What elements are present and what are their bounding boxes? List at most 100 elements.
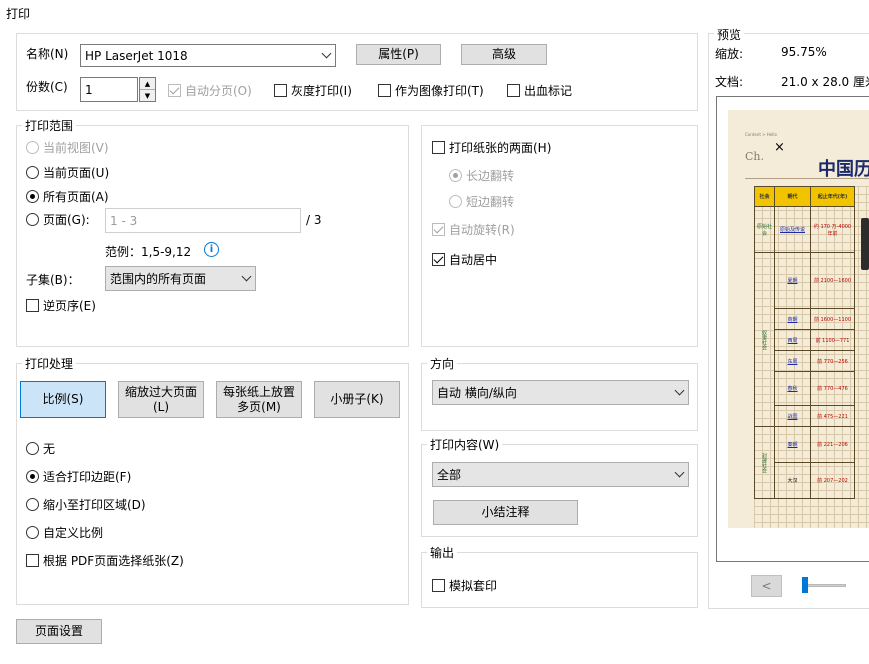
collate-checkbox[interactable]: 自动分页(O): [168, 82, 252, 99]
chevron-down-icon: [321, 48, 332, 58]
preview-cell: 夏朝: [774, 252, 811, 309]
reverse-pages-checkbox[interactable]: 逆页序(E): [26, 297, 96, 314]
pages-radio[interactable]: 页面(G):: [26, 211, 90, 228]
preview-th: 朝代: [774, 186, 811, 207]
multiple-pages-button[interactable]: 每张纸上放置多页(M): [216, 381, 302, 418]
print-handling-title: 打印处理: [22, 355, 77, 372]
title-bar: 打印: [0, 0, 869, 26]
preview-cell: 战国: [774, 405, 811, 427]
checkbox-icon: [507, 84, 520, 97]
checkbox-icon: [432, 223, 445, 236]
preview-image: [861, 218, 869, 270]
simulate-overprint-checkbox[interactable]: 模拟套印: [432, 577, 497, 594]
pages-input-placeholder: 1 - 3: [110, 213, 138, 228]
fit-margins-radio[interactable]: 适合打印边距(F): [26, 468, 131, 485]
pages-input[interactable]: 1 - 3: [105, 208, 301, 233]
zoom-label: 缩放:: [715, 47, 744, 61]
radio-icon: [26, 141, 39, 154]
chevron-down-icon: [241, 271, 252, 281]
orientation-title: 方向: [427, 355, 458, 372]
print-content-title: 打印内容(W): [427, 436, 503, 453]
preview-rule: [745, 178, 869, 179]
preview-th: 起止年代(年): [810, 186, 855, 207]
booklet-button[interactable]: 小册子(K): [314, 381, 400, 418]
preview-cell: 前 2100—1600: [810, 252, 855, 309]
preview-page: Content > Hello × Ch. 中国历 社会 朝代 起止年代(年) …: [728, 110, 869, 528]
summarize-comments-button[interactable]: 小结注释: [433, 500, 578, 525]
subset-label: 子集(B)：: [26, 273, 80, 287]
preview-prev-button[interactable]: <: [751, 575, 782, 597]
scale-none-radio[interactable]: 无: [26, 440, 55, 457]
copies-label: 份数(C): [26, 80, 68, 94]
subset-select[interactable]: 范围内的所有页面: [105, 266, 256, 291]
preview-title: 预览: [714, 26, 745, 43]
stepper-down-icon[interactable]: ▼: [140, 90, 155, 101]
range-example: 范例：1,5-9,12: [105, 245, 192, 259]
zoom-value: 95.75%: [781, 45, 827, 59]
stepper-up-icon[interactable]: ▲: [140, 78, 155, 90]
poster-button[interactable]: 缩放过大页面(L): [118, 381, 204, 418]
printer-select[interactable]: HP LaserJet 1018: [80, 44, 336, 67]
scale-button[interactable]: 比例(S): [20, 381, 106, 418]
long-edge-radio[interactable]: 长边翻转: [449, 167, 514, 184]
auto-rotate-checkbox[interactable]: 自动旋转(R): [432, 221, 515, 238]
preview-era: 封建社会: [754, 426, 775, 499]
preview-page-slider-thumb[interactable]: [802, 577, 808, 593]
print-content-select[interactable]: 全部: [432, 462, 689, 487]
info-icon[interactable]: i: [204, 242, 219, 257]
properties-button[interactable]: 属性(P): [356, 44, 441, 65]
custom-scale-radio[interactable]: 自定义比例: [26, 524, 103, 541]
radio-icon: [449, 169, 462, 182]
all-pages-radio[interactable]: 所有页面(A): [26, 188, 109, 205]
chevron-down-icon: [674, 467, 685, 477]
auto-center-checkbox[interactable]: 自动居中: [432, 251, 497, 268]
preview-cell: 原始及传说: [774, 206, 811, 253]
checkbox-icon: [378, 84, 391, 97]
checkbox-icon: [274, 84, 287, 97]
chevron-down-icon: [674, 385, 685, 395]
choose-paper-checkbox[interactable]: 根据 PDF页面选择纸张(Z): [26, 552, 184, 569]
bleed-marks-checkbox[interactable]: 出血标记: [507, 82, 572, 99]
shrink-radio[interactable]: 缩小至打印区域(D): [26, 496, 146, 513]
orientation-select-value: 自动 横向/纵向: [437, 386, 517, 400]
radio-icon: [26, 526, 39, 539]
preview-page-slider-track[interactable]: [806, 584, 846, 587]
current-view-radio[interactable]: 当前视图(V): [26, 139, 109, 156]
print-content-select-value: 全部: [437, 468, 462, 482]
preview-close-mark: ×: [774, 140, 785, 155]
preview-era: 原始社会: [754, 206, 775, 253]
current-page-radio[interactable]: 当前页面(U): [26, 164, 109, 181]
printer-select-value: HP LaserJet 1018: [85, 48, 188, 63]
checkbox-icon: [26, 554, 39, 567]
printer-name-label: 名称(N): [26, 47, 69, 61]
grayscale-checkbox[interactable]: 灰度打印(I): [274, 82, 352, 99]
preview-cell: 秦朝: [774, 426, 811, 463]
preview-cell: 西周: [774, 329, 811, 351]
dialog-title: 打印: [6, 7, 31, 21]
preview-table: 社会 朝代 起止年代(年) 原始社会 原始及传说 约 170 万-4000年前 …: [754, 186, 855, 499]
copies-input[interactable]: 1: [80, 77, 138, 102]
preview-cell: 大汉: [774, 462, 811, 499]
copies-value: 1: [85, 82, 93, 97]
preview-cell: 商朝: [774, 308, 811, 330]
orientation-select[interactable]: 自动 横向/纵向: [432, 380, 689, 405]
preview-cell: 约 170 万-4000年前: [810, 206, 855, 253]
preview-cell: 前 1600—1100: [810, 308, 855, 330]
checkbox-icon: [168, 84, 181, 97]
page-setup-button[interactable]: 页面设置: [16, 619, 102, 644]
checkbox-icon: [26, 299, 39, 312]
preview-cell: 前 1100—771: [810, 329, 855, 351]
preview-cell: 前 475—221: [810, 405, 855, 427]
short-edge-radio[interactable]: 短边翻转: [449, 193, 514, 210]
preview-cell: 东周: [774, 350, 811, 372]
checkbox-icon: [432, 579, 445, 592]
preview-cell: 前 221—206: [810, 426, 855, 463]
subset-select-value: 范围内的所有页面: [110, 272, 207, 286]
both-sides-checkbox[interactable]: 打印纸张的两面(H): [432, 139, 551, 156]
advanced-button[interactable]: 高级: [461, 44, 547, 65]
print-range-title: 打印范围: [22, 117, 77, 134]
print-as-image-checkbox[interactable]: 作为图像打印(T): [378, 82, 484, 99]
output-title: 输出: [427, 544, 458, 561]
copies-stepper[interactable]: ▲ ▼: [139, 77, 156, 102]
preview-cell: 春秋: [774, 371, 811, 406]
